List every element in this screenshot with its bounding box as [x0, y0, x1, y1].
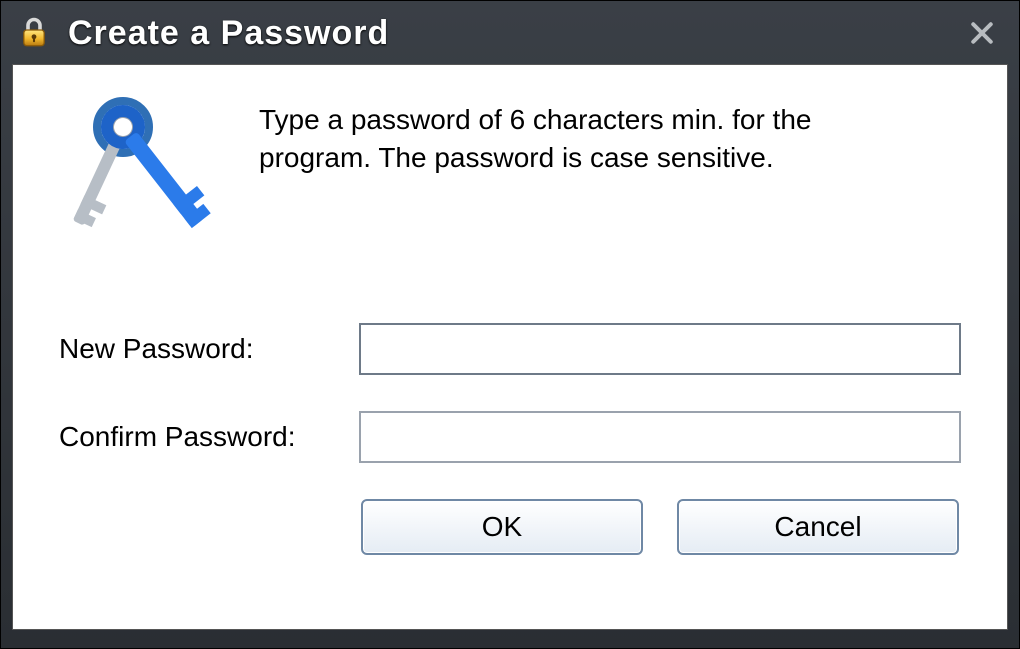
- title-bar: Create a Password: [2, 2, 1018, 64]
- intro-row: Type a password of 6 characters min. for…: [59, 93, 961, 283]
- cancel-button[interactable]: Cancel: [677, 499, 959, 555]
- client-area: Type a password of 6 characters min. for…: [12, 64, 1008, 630]
- confirm-password-label: Confirm Password:: [59, 421, 359, 453]
- button-row: OK Cancel: [59, 499, 961, 555]
- close-button[interactable]: [964, 15, 1000, 51]
- new-password-label: New Password:: [59, 333, 359, 365]
- confirm-password-input[interactable]: [359, 411, 961, 463]
- ok-button[interactable]: OK: [361, 499, 643, 555]
- dialog-window: Create a Password: [0, 0, 1020, 649]
- new-password-input[interactable]: [359, 323, 961, 375]
- new-password-row: New Password:: [59, 323, 961, 375]
- window-title: Create a Password: [68, 14, 964, 53]
- keys-icon: [59, 93, 219, 283]
- confirm-password-row: Confirm Password:: [59, 411, 961, 463]
- padlock-icon: [14, 13, 54, 53]
- instructions-text: Type a password of 6 characters min. for…: [259, 93, 899, 177]
